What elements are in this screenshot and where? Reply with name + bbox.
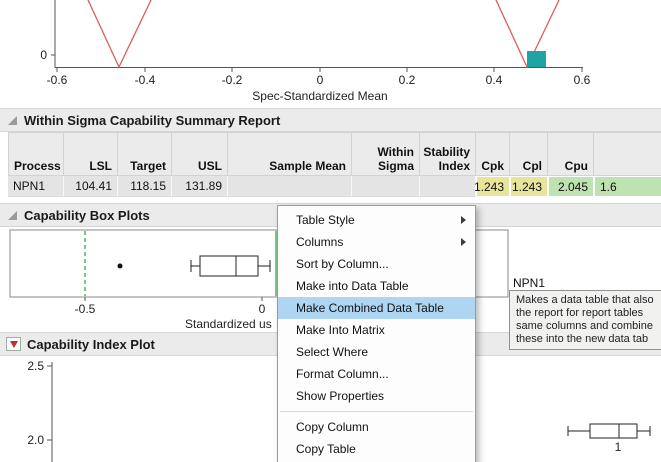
column-header-lsl[interactable]: LSL [64, 132, 118, 176]
box-plot-process-label: NPN1 [513, 276, 546, 290]
column-header-usl[interactable]: USL [172, 132, 228, 176]
summary-table: Process LSL Target USL Sample Mean Withi… [8, 132, 661, 197]
x-tick-label: 0 [259, 302, 266, 316]
y-tick-label: 2.0 [27, 433, 44, 447]
capability-line-left [87, 0, 152, 69]
context-menu: Table Style Columns Sort by Column... Ma… [277, 205, 476, 462]
section-title: Within Sigma Capability Summary Report [24, 112, 281, 128]
submenu-arrow-icon [461, 238, 466, 246]
column-header-cpu[interactable]: Cpu [548, 132, 594, 176]
menu-item-label: Table Style [296, 213, 355, 227]
x-tick-label: -0.4 [135, 73, 156, 87]
menu-item-columns[interactable]: Columns [278, 231, 475, 253]
menu-item-show-properties[interactable]: Show Properties [278, 385, 475, 407]
submenu-arrow-icon [461, 216, 466, 224]
cell-usl[interactable]: 131.89 [172, 176, 228, 197]
tooltip-line: the report for report tables [516, 307, 644, 319]
cell-cpu[interactable]: 2.045 [548, 176, 594, 197]
cell-sample-mean[interactable] [228, 176, 352, 197]
menu-item-label: Select Where [296, 345, 369, 359]
summary-table-header-row: Process LSL Target USL Sample Mean Withi… [8, 132, 661, 176]
section-title: Capability Box Plots [24, 207, 150, 223]
red-triangle-icon [9, 340, 18, 348]
cell-process[interactable]: NPN1 [8, 176, 64, 197]
menu-item-label: Make Into Matrix [296, 323, 385, 337]
column-header-target[interactable]: Target [118, 132, 172, 176]
y-tick-label: 2.5 [27, 359, 44, 373]
x-tick-label: 0.4 [486, 73, 503, 87]
section-header-summary-report: Within Sigma Capability Summary Report [0, 108, 661, 132]
box-plot-box[interactable] [589, 423, 638, 439]
cell-cpk[interactable]: 1.243 [474, 176, 510, 197]
x-tick-label: 1 [615, 440, 622, 454]
column-header-process[interactable]: Process [8, 132, 64, 176]
menu-item-label: Make into Data Table [296, 279, 409, 293]
menu-item-label: Copy Table [296, 442, 356, 456]
column-header-stability-index[interactable]: Stability Index [420, 132, 476, 176]
tooltip-line: these into the new data tab [516, 333, 649, 345]
column-header-cpk[interactable]: Cpk [476, 132, 510, 176]
outlier-point[interactable] [117, 263, 123, 269]
menu-item-make-into-matrix[interactable]: Make Into Matrix [278, 319, 475, 341]
x-tick-label: -0.2 [222, 73, 243, 87]
menu-separator [280, 411, 473, 412]
collapse-triangle-icon[interactable] [8, 115, 17, 125]
tooltip-line: Makes a data table that also [516, 294, 654, 306]
menu-item-label: Columns [296, 235, 344, 249]
red-triangle-menu-button[interactable] [6, 337, 21, 351]
cell-target[interactable]: 118.15 [118, 176, 172, 197]
menu-item-copy-table[interactable]: Copy Table [278, 438, 475, 460]
menu-item-sort-by-column[interactable]: Sort by Column... [278, 253, 475, 275]
x-tick-label: 0.6 [574, 73, 591, 87]
cell-within-sigma[interactable] [352, 176, 420, 197]
menu-item-label: Make Combined Data Table [296, 301, 444, 315]
column-header-sample-mean[interactable]: Sample Mean [228, 132, 352, 176]
tooltip: Makes a data table that also the report … [509, 290, 661, 350]
table-row[interactable]: NPN1 104.41 118.15 131.89 1.243 1.243 2.… [8, 176, 661, 197]
column-header-clipped[interactable] [594, 132, 661, 176]
column-header-cpl[interactable]: Cpl [510, 132, 548, 176]
menu-item-label: Format Column... [296, 367, 389, 381]
menu-item-copy-column[interactable]: Copy Column [278, 416, 475, 438]
jmp-report-window: 0 -0.6 -0.4 -0.2 0 0.2 0.4 0.6 Spec-Stan… [0, 0, 661, 462]
cell-lsl[interactable]: 104.41 [64, 176, 118, 197]
tooltip-line: same columns and combine [516, 320, 653, 332]
x-axis-title: Standardized us [185, 317, 272, 331]
y-tick-label: 0 [40, 48, 47, 62]
column-header-within-sigma[interactable]: Within Sigma [352, 132, 420, 176]
menu-item-select-where[interactable]: Select Where [278, 341, 475, 363]
menu-item-label: Sort by Column... [296, 257, 389, 271]
menu-item-make-combined-data-table[interactable]: Make Combined Data Table [278, 297, 475, 319]
x-axis-title: Spec-Standardized Mean [252, 89, 387, 103]
section-title: Capability Index Plot [27, 336, 155, 352]
x-tick-label: 0.2 [399, 73, 416, 87]
collapse-triangle-icon[interactable] [8, 210, 17, 220]
highlight-marker[interactable] [527, 51, 546, 67]
menu-item-label: Copy Column [296, 420, 369, 434]
cell-clipped[interactable]: 1.6 [594, 176, 661, 197]
menu-item-label: Show Properties [296, 389, 385, 403]
menu-item-format-column[interactable]: Format Column... [278, 363, 475, 385]
cell-cpl[interactable]: 1.243 [510, 176, 548, 197]
x-tick-label: -0.5 [75, 302, 96, 316]
cell-stability-index[interactable] [420, 176, 476, 197]
x-tick-label: 0 [317, 73, 324, 87]
x-tick-label: -0.6 [47, 73, 68, 87]
menu-item-make-into-data-table[interactable]: Make into Data Table [278, 275, 475, 297]
spec-standardized-mean-chart: 0 -0.6 -0.4 -0.2 0 0.2 0.4 0.6 Spec-Stan… [40, 0, 591, 103]
box-plot-box[interactable] [199, 255, 259, 277]
menu-item-table-style[interactable]: Table Style [278, 209, 475, 231]
